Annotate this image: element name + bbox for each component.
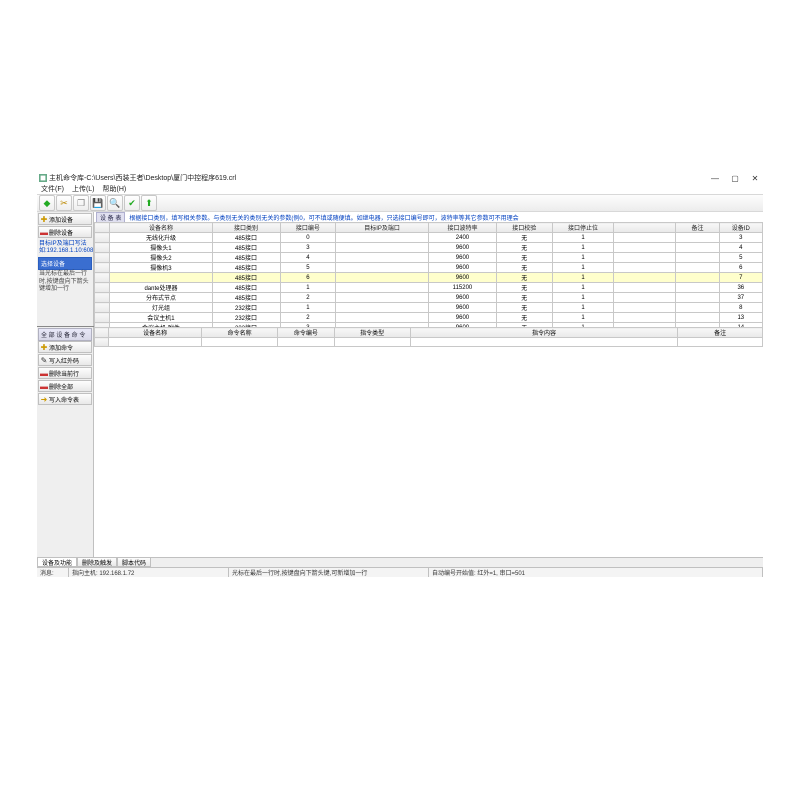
device-col-header[interactable]: 设备ID [719,223,762,233]
status-hint: 光标在最后一行时,按键盘向下箭头键,可新增加一行 [229,568,429,577]
minus-icon: ▬ [40,382,48,391]
status-host: 指向主机: 192.168.1.72 [69,568,229,577]
toolbar: ◆ ✂ ❐ 💾 🔍 ✔ ⬆ [37,194,763,212]
row-header [95,263,110,273]
selected-device-header: 选择设备 [38,257,92,270]
write-ir-button[interactable]: ✎写入红外码 [38,354,92,366]
menu-file[interactable]: 文件(F) [41,184,64,194]
plus-icon: ✚ [40,343,48,352]
pencil-icon: ✎ [40,356,48,365]
device-side-panel: ✚添加设备 ▬删除设备 目标IP及端口写法如:192.168.1.10:608 … [37,212,94,326]
command-col-header[interactable] [95,328,109,338]
tab-script-code[interactable]: 脚本代码 [117,558,151,567]
menu-bar: 文件(F) 上传(L) 帮助(H) [37,184,763,194]
device-col-header[interactable]: 接口编号 [280,223,336,233]
window-title: 主机命令库-C:\Users\西装王者\Desktop\厦门中控程序619.cr… [49,173,709,183]
command-side-panel: 全 部 设 备 命 令 ✚添加命令 ✎写入红外码 ▬删除当前行 ▬删除全部 ➜写… [37,327,94,557]
status-autonum: 自动编号开始值: 红外=1, 串口=501 [429,568,763,577]
command-col-header[interactable]: 指令类型 [334,328,410,338]
add-device-button[interactable]: ✚添加设备 [38,213,92,225]
row-header [95,253,110,263]
ip-port-hint-link[interactable]: 目标IP及端口写法如:192.168.1.10:608 [38,239,92,257]
toolbar-save-icon[interactable]: 💾 [90,195,106,211]
toolbar-add-icon[interactable]: ◆ [39,195,55,211]
close-button[interactable]: ✕ [749,174,761,183]
command-table[interactable]: 设备名称命令名称命令编号指令类型指令内容备注 [94,327,763,347]
minus-icon: ▬ [40,228,48,237]
row-header [95,313,110,323]
row-header [95,293,110,303]
menu-upload[interactable]: 上传(L) [72,184,95,194]
delete-device-button[interactable]: ▬删除设备 [38,226,92,238]
toolbar-check-icon[interactable]: ✔ [124,195,140,211]
app-icon [39,174,47,182]
table-row[interactable]: dante处理器485接口1115200无136 [95,283,763,293]
table-row[interactable]: 摄像头2485接口49600无15 [95,253,763,263]
table-row[interactable]: 摄像机3485接口59600无16 [95,263,763,273]
toolbar-find-icon[interactable]: 🔍 [107,195,123,211]
table-row[interactable]: 摄像头1485接口39600无14 [95,243,763,253]
device-table-hint-text: 根据接口类别，填写相关参数。与类别无关的类别无关的参数(例0，可不填或随便填。如… [129,213,518,222]
bottom-tabs: 设备及功能 删除及触发 脚本代码 [37,557,763,567]
import-commands-button[interactable]: ➜写入命令表 [38,393,92,405]
row-header [95,338,109,347]
command-col-header[interactable]: 设备名称 [109,328,202,338]
device-col-header[interactable]: 接口校验 [496,223,552,233]
command-col-header[interactable]: 指令内容 [410,328,678,338]
maximize-button[interactable]: ▢ [729,174,741,183]
status-msg-label: 消息: [37,568,69,577]
command-col-header[interactable]: 备注 [678,328,763,338]
delete-all-button[interactable]: ▬删除全部 [38,380,92,392]
all-commands-header: 全 部 设 备 命 令 [38,328,92,341]
device-col-header[interactable]: 设备名称 [110,223,212,233]
device-col-header[interactable]: 目标IP及端口 [336,223,429,233]
toolbar-copy-icon[interactable]: ❐ [73,195,89,211]
tab-device-function[interactable]: 设备及功能 [37,558,77,567]
table-row[interactable]: 灯光组232接口19600无18 [95,303,763,313]
add-command-button[interactable]: ✚添加命令 [38,341,92,353]
status-bar: 消息: 指向主机: 192.168.1.72 光标在最后一行时,按键盘向下箭头键… [37,567,763,577]
delete-row-button[interactable]: ▬删除当前行 [38,367,92,379]
row-header [95,233,110,243]
device-table-hint: 设 备 表 根据接口类别，填写相关参数。与类别无关的类别无关的参数(例0，可不填… [94,212,763,222]
cursor-hint-note: 当光标在最后一行时,按键盘向下箭头键增加一行 [38,270,92,294]
plus-icon: ✚ [40,215,48,224]
toolbar-up-icon[interactable]: ⬆ [141,195,157,211]
device-col-header[interactable]: 接口停止位 [552,223,614,233]
device-table[interactable]: 设备名称接口类别接口编号目标IP及端口接口波特率接口校验接口停止位备注设备ID … [94,222,763,333]
device-col-header[interactable]: 接口类别 [212,223,280,233]
device-col-header[interactable] [614,223,676,233]
minimize-button[interactable]: — [709,174,721,183]
device-col-header[interactable]: 接口波特率 [428,223,496,233]
table-row[interactable]: 485接口69600无17 [95,273,763,283]
device-col-header[interactable]: 备注 [676,223,719,233]
menu-help[interactable]: 帮助(H) [103,184,127,194]
row-header [95,273,110,283]
table-row[interactable]: 无线化升级485接口02400无13 [95,233,763,243]
tab-delete-trigger[interactable]: 删除及触发 [77,558,117,567]
table-row[interactable]: 会议主机1232接口29600无113 [95,313,763,323]
title-bar: 主机命令库-C:\Users\西装王者\Desktop\厦门中控程序619.cr… [37,172,763,184]
device-table-tag: 设 备 表 [96,212,125,223]
command-col-header[interactable]: 命令名称 [202,328,278,338]
toolbar-cut-icon[interactable]: ✂ [56,195,72,211]
minus-icon: ▬ [40,369,48,378]
arrow-right-icon: ➜ [40,395,48,404]
table-row[interactable]: 分布式节点485接口29600无137 [95,293,763,303]
device-col-header[interactable] [95,223,110,233]
command-col-header[interactable]: 命令编号 [278,328,334,338]
row-header [95,283,110,293]
row-header [95,303,110,313]
row-header [95,243,110,253]
